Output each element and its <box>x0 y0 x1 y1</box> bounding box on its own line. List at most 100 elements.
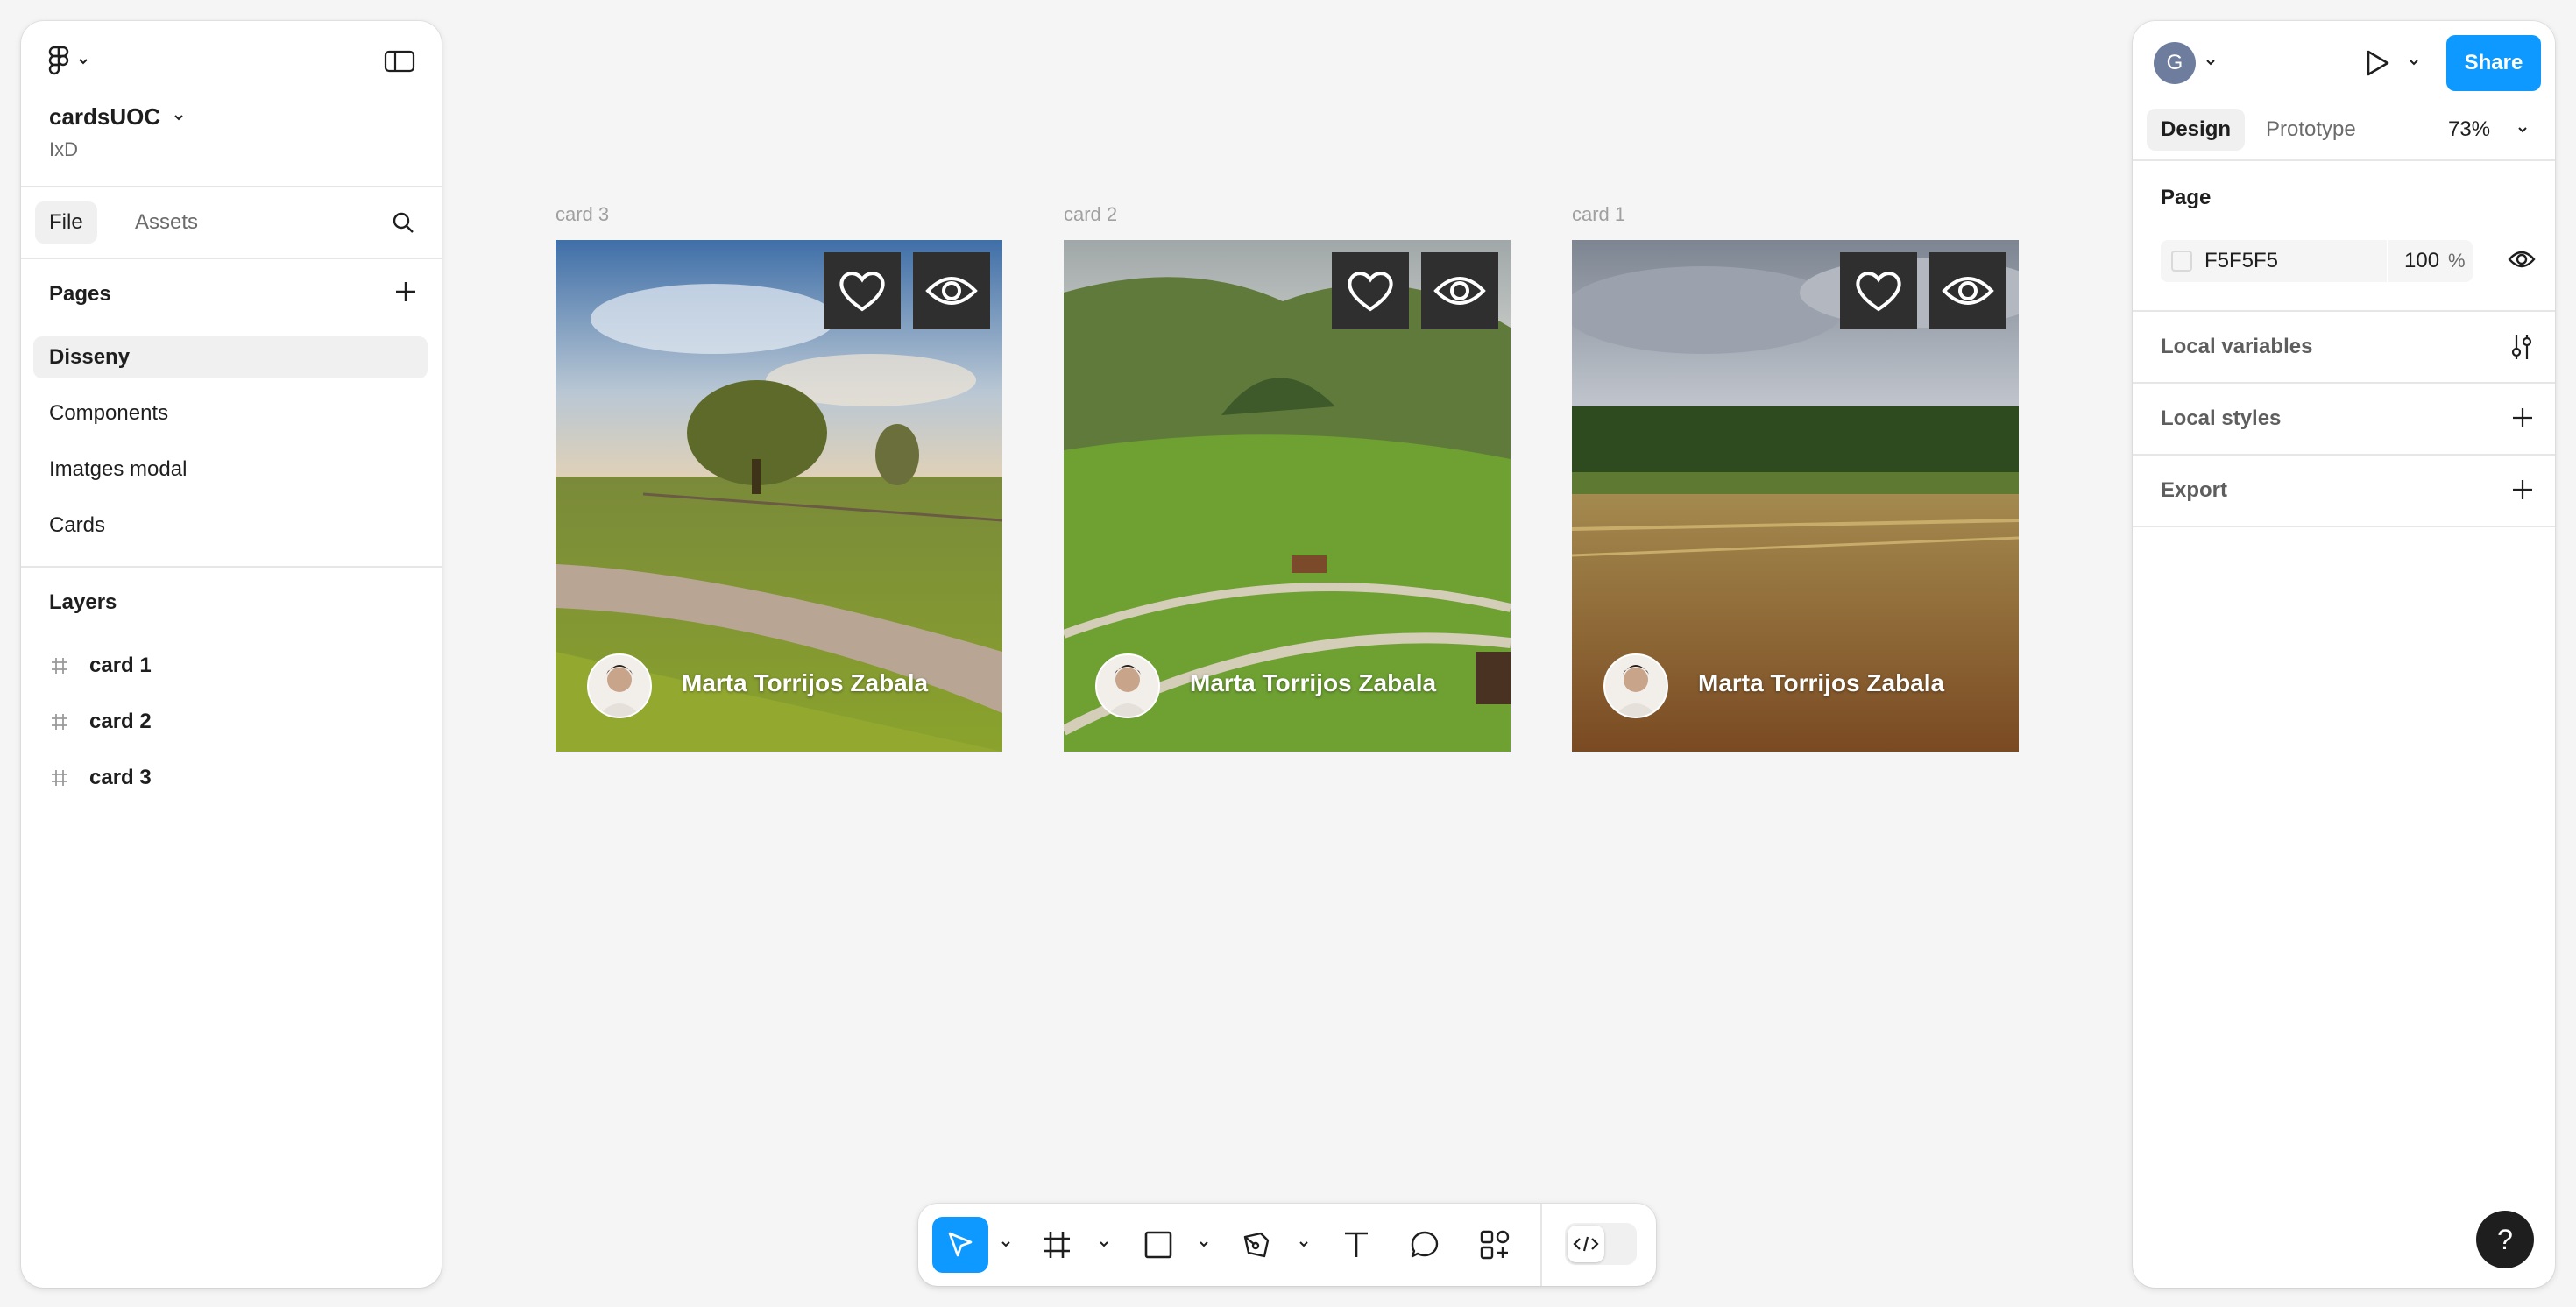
local-styles-title[interactable]: Local styles <box>2161 406 2281 431</box>
frame-label-card-3[interactable]: card 3 <box>556 203 609 226</box>
chevron-down-icon <box>2516 125 2529 134</box>
eye-icon <box>925 273 978 308</box>
layer-card-1[interactable]: card 1 <box>49 645 152 687</box>
frame-label-card-2[interactable]: card 2 <box>1064 203 1117 226</box>
view-button[interactable] <box>913 252 990 329</box>
rectangle-tool[interactable] <box>1130 1217 1186 1273</box>
favorite-button[interactable] <box>1840 252 1917 329</box>
present-icon[interactable] <box>2364 49 2390 77</box>
divider <box>21 566 442 568</box>
actions-icon <box>1479 1229 1511 1261</box>
chevron-down-icon[interactable] <box>2204 58 2217 67</box>
author-name: Marta Torrijos Zabala <box>1698 669 1945 696</box>
move-tool[interactable] <box>932 1217 988 1273</box>
eye-icon <box>1433 273 1486 308</box>
heart-icon <box>1854 269 1903 313</box>
chevron-down-icon[interactable] <box>2408 58 2420 67</box>
chevron-down-icon[interactable] <box>1095 1235 1113 1253</box>
favorite-button[interactable] <box>824 252 901 329</box>
heart-icon <box>1346 269 1395 313</box>
layer-card-2[interactable]: card 2 <box>49 701 152 743</box>
tab-file[interactable]: File <box>35 201 97 244</box>
actions-tool[interactable] <box>1467 1217 1523 1273</box>
divider <box>2133 159 2555 161</box>
page-item-components[interactable]: Components <box>33 392 428 434</box>
right-sidebar: G Share Design Prototype 73% Page F5F5F5… <box>2133 21 2555 1288</box>
field-separator <box>2387 240 2388 282</box>
divider <box>21 186 442 187</box>
frame-label-card-1[interactable]: card 1 <box>1572 203 1625 226</box>
divider <box>2133 454 2555 456</box>
toolbar-separator <box>1540 1204 1542 1286</box>
divider <box>2133 526 2555 527</box>
page-item-imatges-modal[interactable]: Imatges modal <box>33 449 428 491</box>
text-tool-icon <box>1341 1230 1371 1260</box>
page-background-field[interactable]: F5F5F5 100 % <box>2161 240 2473 282</box>
heart-icon <box>838 269 887 313</box>
comment-tool[interactable] <box>1397 1217 1453 1273</box>
plus-icon[interactable] <box>2511 406 2534 429</box>
view-button[interactable] <box>1421 252 1498 329</box>
layer-card-3[interactable]: card 3 <box>49 757 152 799</box>
opacity-value[interactable]: 100 <box>2404 249 2448 273</box>
file-name: cardsUOC <box>49 103 161 130</box>
color-swatch[interactable] <box>2171 251 2192 272</box>
frame-icon <box>49 769 70 787</box>
card-1[interactable]: Marta Torrijos Zabala <box>1572 240 2019 752</box>
file-title[interactable]: cardsUOC <box>49 103 185 131</box>
bg-color-value[interactable]: F5F5F5 <box>2204 249 2387 273</box>
author-avatar <box>1603 654 1668 718</box>
pages-title: Pages <box>49 282 111 306</box>
page-item-cards[interactable]: Cards <box>33 505 428 547</box>
divider <box>2133 382 2555 384</box>
zoom-level: 73% <box>2448 117 2491 141</box>
tab-assets[interactable]: Assets <box>121 201 212 244</box>
dev-mode-knob <box>1568 1226 1604 1262</box>
view-button[interactable] <box>1929 252 2006 329</box>
export-title[interactable]: Export <box>2161 478 2227 503</box>
chevron-down-icon <box>173 113 185 122</box>
chevron-down-icon[interactable] <box>1195 1235 1213 1253</box>
dev-mode-toggle[interactable] <box>1565 1223 1637 1265</box>
share-button[interactable]: Share <box>2446 35 2541 91</box>
divider <box>21 258 442 259</box>
search-icon[interactable] <box>391 210 415 235</box>
card-3[interactable]: Marta Torrijos Zabala <box>556 240 1002 752</box>
favorite-button[interactable] <box>1332 252 1409 329</box>
frame-tool-icon <box>1042 1230 1072 1260</box>
author-avatar <box>1095 654 1160 718</box>
zoom-menu[interactable]: 73% <box>2448 109 2529 151</box>
frame-tool[interactable] <box>1029 1217 1085 1273</box>
tab-design[interactable]: Design <box>2147 109 2246 151</box>
local-variables-title[interactable]: Local variables <box>2161 335 2312 359</box>
card-2[interactable]: Marta Torrijos Zabala <box>1064 240 1511 752</box>
pen-tool[interactable] <box>1228 1217 1284 1273</box>
main-menu-button[interactable] <box>47 44 100 79</box>
eye-icon <box>1942 273 1994 308</box>
layers-title: Layers <box>49 590 117 614</box>
dev-mode-icon <box>1573 1235 1599 1253</box>
user-avatar[interactable]: G <box>2154 42 2196 84</box>
left-sidebar: cardsUOC IxD File Assets Pages Disseny C… <box>21 21 442 1288</box>
text-tool[interactable] <box>1328 1217 1384 1273</box>
rectangle-tool-icon <box>1143 1230 1173 1260</box>
opacity-unit: % <box>2448 250 2466 272</box>
help-button[interactable]: ? <box>2476 1211 2534 1268</box>
layer-label: card 1 <box>89 654 152 677</box>
add-page-icon[interactable] <box>394 280 417 303</box>
plus-icon[interactable] <box>2511 478 2534 501</box>
page-item-disseny[interactable]: Disseny <box>33 336 428 378</box>
eye-icon[interactable] <box>2508 249 2536 270</box>
tab-prototype[interactable]: Prototype <box>2252 109 2370 151</box>
frame-icon <box>49 713 70 731</box>
toggle-sidebar-icon[interactable] <box>384 49 415 74</box>
team-name: IxD <box>49 138 78 160</box>
layer-label: card 2 <box>89 710 152 733</box>
author-name: Marta Torrijos Zabala <box>682 669 929 696</box>
page-section-title: Page <box>2161 186 2212 209</box>
chevron-down-icon[interactable] <box>997 1235 1015 1253</box>
chevron-down-icon[interactable] <box>1295 1235 1313 1253</box>
chevron-down-icon <box>77 57 89 66</box>
variables-icon[interactable] <box>2509 333 2534 361</box>
move-tool-icon <box>945 1230 975 1260</box>
